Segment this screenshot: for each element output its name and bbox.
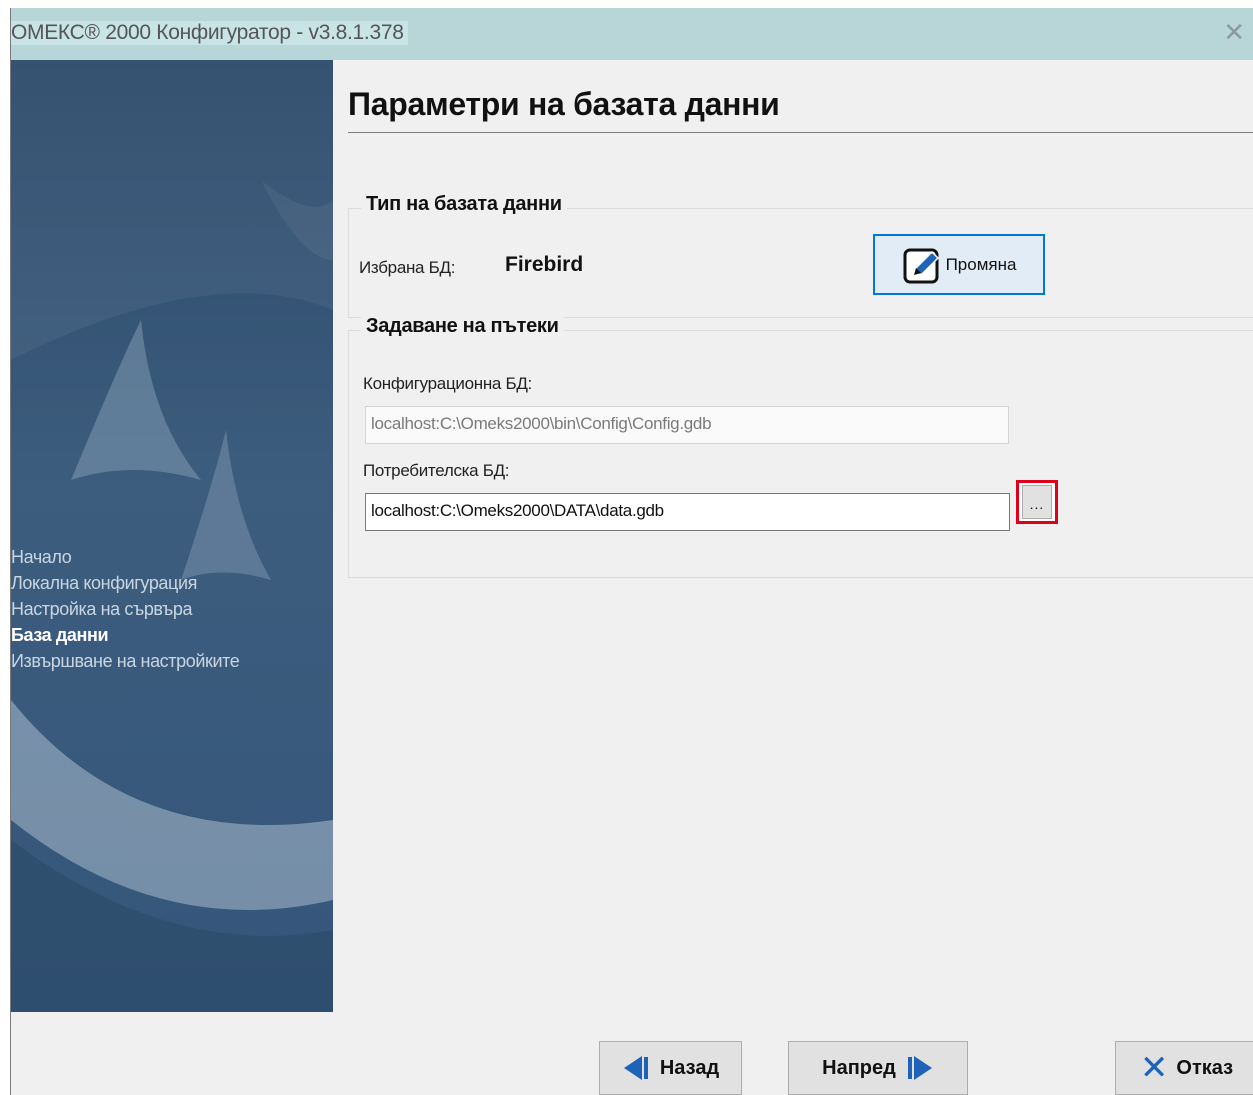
selected-db-label: Избрана БД: [359, 258, 456, 277]
wizard-sidebar: Начало Локална конфигурация Настройка на… [11, 60, 333, 1012]
step-server-setup[interactable]: Настройка на сървъра [11, 596, 239, 622]
sidebar-decoration [11, 60, 333, 1012]
browse-button[interactable]: ... [1016, 480, 1058, 524]
step-database[interactable]: База данни [11, 622, 239, 648]
step-apply-settings[interactable]: Извършване на настройките [11, 648, 240, 674]
user-db-label: Потребителска БД: [363, 461, 510, 480]
wizard-steps: Начало Локална конфигурация Настройка на… [11, 544, 240, 674]
window-title: ОМЕКС® 2000 Конфигуратор - v3.8.1.378 [11, 21, 408, 45]
title-divider [348, 132, 1253, 133]
arrow-left-icon [623, 1056, 648, 1080]
back-label: Назад [659, 1056, 720, 1079]
screen-top-strip [0, 0, 1253, 8]
back-button[interactable]: Назад [599, 1041, 742, 1095]
selected-db-value: Firebird [505, 253, 584, 276]
paths-legend: Задаване на пътеки [361, 315, 564, 338]
user-db-field[interactable]: localhost:C:\Omeks2000\DATA\data.gdb [365, 493, 1010, 531]
cancel-button[interactable]: ✕ Отказ [1115, 1041, 1253, 1095]
config-db-field: localhost:C:\Omeks2000\bin\Config\Config… [365, 406, 1009, 444]
config-db-label: Конфигурационна БД: [363, 374, 532, 393]
configurator-window: ОМЕКС® 2000 Конфигуратор - v3.8.1.378 ✕ … [10, 8, 1253, 1095]
step-start[interactable]: Начало [11, 544, 239, 570]
next-button[interactable]: Напред [788, 1041, 968, 1095]
cancel-icon: ✕ [1139, 1048, 1169, 1088]
page-title: Параметри на базата данни [348, 86, 780, 122]
paths-group: Задаване на пътеки Конфигурационна БД: l… [348, 315, 1253, 578]
cancel-label: Отказ [1176, 1056, 1234, 1079]
db-type-group: Тип на базата данни Избрана БД: Firebird… [348, 193, 1253, 318]
edit-icon [903, 248, 939, 283]
browse-button-label: ... [1022, 485, 1052, 519]
title-bar: ОМЕКС® 2000 Конфигуратор - v3.8.1.378 ✕ [11, 8, 1253, 60]
change-db-button[interactable]: Промяна [873, 234, 1045, 295]
step-local-config[interactable]: Локална конфигурация [11, 570, 239, 596]
next-label: Напред [822, 1056, 896, 1079]
arrow-right-icon [907, 1056, 932, 1080]
close-icon[interactable]: ✕ [1223, 20, 1245, 46]
change-button-label: Промяна [945, 254, 1017, 274]
db-type-legend: Тип на базата данни [361, 193, 567, 216]
